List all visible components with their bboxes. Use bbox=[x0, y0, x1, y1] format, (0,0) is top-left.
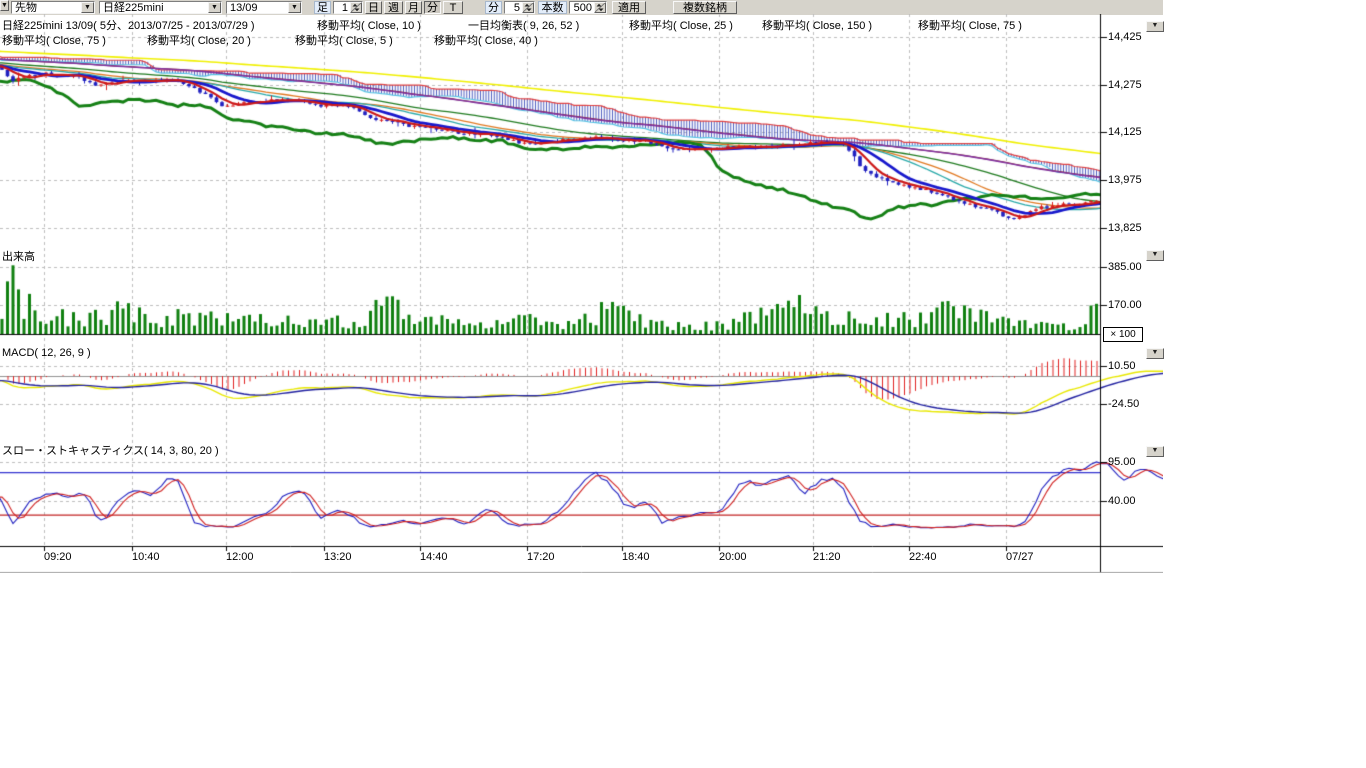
stoch-pane-label: スロー・ストキャスティクス( 14, 3, 80, 20 ) bbox=[2, 442, 219, 458]
combo-arrow-icon[interactable]: ▼ bbox=[288, 2, 301, 13]
y-axis-label: -24.50 bbox=[1108, 398, 1139, 410]
multi-symbol-button[interactable]: 複数銘柄 bbox=[673, 1, 737, 14]
period-tick-button[interactable]: T bbox=[443, 1, 463, 14]
period-month-button[interactable]: 月 bbox=[405, 1, 422, 14]
volume-multiplier-box: × 100 bbox=[1103, 327, 1143, 342]
x-axis-label: 12:00 bbox=[226, 551, 254, 563]
legend-item: 移動平均( Close, 5 ) bbox=[295, 32, 393, 48]
toolbar: ▼ 先物 ▼ 日経225mini ▼ 13/09 ▼ 足 1 日 週 月 分 T… bbox=[0, 0, 1163, 15]
legend-item: 移動平均( Close, 75 ) bbox=[2, 32, 106, 48]
y-axis-label: 385.00 bbox=[1108, 261, 1142, 273]
volume-pane-label: 出来高 bbox=[2, 248, 35, 264]
period-minute-button[interactable]: 分 bbox=[424, 1, 441, 14]
symbol-select-value: 日経225mini bbox=[103, 3, 164, 14]
x-axis-label: 20:00 bbox=[719, 551, 747, 563]
contract-month-value: 13/09 bbox=[230, 3, 258, 14]
period-day-button[interactable]: 日 bbox=[365, 1, 382, 14]
legend-item: 一目均衡表( 9, 26, 52 ) bbox=[468, 17, 579, 33]
pane-collapse-button[interactable]: ▼ bbox=[1146, 348, 1164, 359]
minute-value: 5 bbox=[514, 3, 520, 14]
y-axis-label: 14,125 bbox=[1108, 126, 1142, 138]
pane-collapse-button[interactable]: ▼ bbox=[1146, 446, 1164, 457]
x-axis-label: 17:20 bbox=[527, 551, 555, 563]
market-select[interactable]: 先物 ▼ bbox=[11, 1, 95, 14]
clipped-combo-arrow-icon[interactable]: ▼ bbox=[0, 0, 9, 11]
y-axis-label: 170.00 bbox=[1108, 299, 1142, 311]
x-axis-label: 10:40 bbox=[132, 551, 160, 563]
legend-item: 移動平均( Close, 10 ) bbox=[317, 17, 421, 33]
market-select-value: 先物 bbox=[15, 3, 37, 14]
legend-item: 移動平均( Close, 25 ) bbox=[629, 17, 733, 33]
spinner-icon[interactable] bbox=[350, 2, 362, 13]
legend-item: 移動平均( Close, 75 ) bbox=[918, 17, 1022, 33]
spinner-icon[interactable] bbox=[594, 2, 606, 13]
symbol-select[interactable]: 日経225mini ▼ bbox=[99, 1, 222, 14]
y-axis-label: 14,425 bbox=[1108, 31, 1142, 43]
minute-label: 分 bbox=[485, 1, 502, 14]
chart-application-window: ▼ 先物 ▼ 日経225mini ▼ 13/09 ▼ 足 1 日 週 月 分 T… bbox=[0, 0, 1366, 768]
legend-item: 移動平均( Close, 40 ) bbox=[434, 32, 538, 48]
y-axis-label: 95.00 bbox=[1108, 456, 1136, 468]
bar-count-stepper[interactable]: 500 bbox=[569, 1, 607, 14]
macd-pane-label: MACD( 12, 26, 9 ) bbox=[2, 347, 91, 359]
x-axis-label: 14:40 bbox=[420, 551, 448, 563]
y-axis-label: 13,825 bbox=[1108, 222, 1142, 234]
bar-interval-value: 1 bbox=[342, 3, 348, 14]
bar-count-value: 500 bbox=[574, 3, 592, 14]
x-axis-label: 07/27 bbox=[1006, 551, 1034, 563]
x-axis-label: 22:40 bbox=[909, 551, 937, 563]
contract-month-select[interactable]: 13/09 ▼ bbox=[226, 1, 302, 14]
x-axis-label: 18:40 bbox=[622, 551, 650, 563]
y-axis-label: 40.00 bbox=[1108, 495, 1136, 507]
minute-stepper[interactable]: 5 bbox=[504, 1, 535, 14]
pane-collapse-button[interactable]: ▼ bbox=[1146, 250, 1164, 261]
chart-canvas[interactable] bbox=[0, 14, 1163, 573]
period-week-button[interactable]: 週 bbox=[384, 1, 403, 14]
combo-arrow-icon[interactable]: ▼ bbox=[208, 2, 221, 13]
bar-type-label: 足 bbox=[314, 1, 331, 14]
x-axis-label: 09:20 bbox=[44, 551, 72, 563]
legend-item: 移動平均( Close, 150 ) bbox=[762, 17, 872, 33]
legend-item: 移動平均( Close, 20 ) bbox=[147, 32, 251, 48]
apply-button[interactable]: 適用 bbox=[612, 1, 646, 14]
bar-interval-stepper[interactable]: 1 bbox=[333, 1, 363, 14]
x-axis-label: 21:20 bbox=[813, 551, 841, 563]
pane-collapse-button[interactable]: ▼ bbox=[1146, 21, 1164, 32]
y-axis-label: 13,975 bbox=[1108, 174, 1142, 186]
x-axis-label: 13:20 bbox=[324, 551, 352, 563]
legend-item: 日経225mini 13/09( 5分、2013/07/25 - 2013/07… bbox=[2, 17, 255, 33]
combo-arrow-icon[interactable]: ▼ bbox=[81, 2, 94, 13]
bar-count-label: 本数 bbox=[538, 1, 567, 14]
y-axis-label: 10.50 bbox=[1108, 360, 1136, 372]
y-axis-label: 14,275 bbox=[1108, 79, 1142, 91]
spinner-icon[interactable] bbox=[522, 2, 534, 13]
